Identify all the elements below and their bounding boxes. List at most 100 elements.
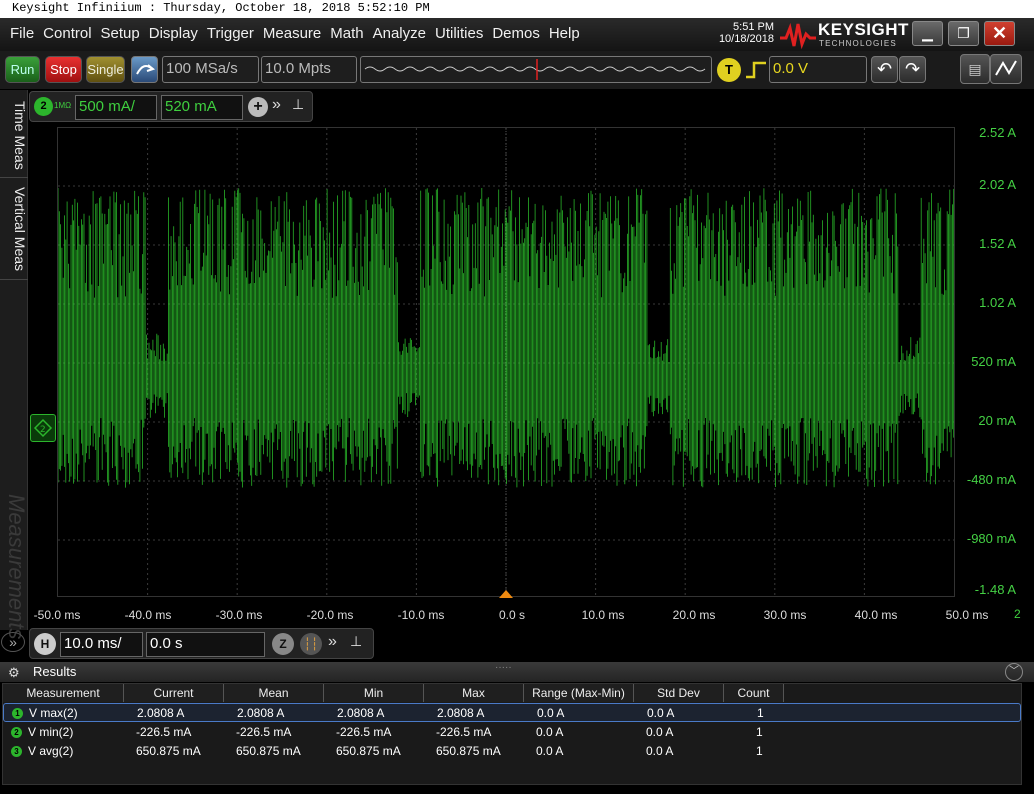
expand-icon[interactable]: » bbox=[272, 96, 281, 114]
x-axis-label: 10.0 ms bbox=[581, 608, 625, 622]
menu-measure[interactable]: Measure bbox=[263, 25, 321, 42]
run-button[interactable]: Run bbox=[5, 56, 40, 83]
measurement-name: V min(2) bbox=[28, 725, 74, 739]
measurement-marker: 3 bbox=[11, 746, 22, 757]
measurement-min: -226.5 mA bbox=[336, 725, 392, 739]
drag-handle-icon[interactable]: ····· bbox=[495, 658, 512, 677]
column-header[interactable]: Mean bbox=[224, 684, 324, 702]
menu-utilities[interactable]: Utilities bbox=[435, 25, 483, 42]
touch-button[interactable] bbox=[990, 54, 1022, 84]
close-button[interactable]: ✕ bbox=[984, 21, 1015, 46]
collapse-icon[interactable]: ﹀ bbox=[1005, 663, 1023, 681]
measurement-count: 1 bbox=[757, 706, 764, 720]
horizontal-bar: H 10.0 ms/ 0.0 s Z ┆┆ » ⊥ bbox=[29, 628, 374, 659]
column-header[interactable]: Count bbox=[724, 684, 784, 702]
y-axis-label: -480 mA bbox=[966, 472, 1016, 487]
measurement-max: -226.5 mA bbox=[436, 725, 492, 739]
channel-offset-field[interactable]: 520 mA bbox=[161, 95, 243, 120]
x-axis-label: -30.0 ms bbox=[215, 608, 263, 622]
y-axis-label: 520 mA bbox=[971, 354, 1016, 369]
keysight-wave-icon bbox=[780, 22, 816, 50]
channel-impedance: 1MΩ bbox=[54, 101, 72, 110]
x-axis-label: 40.0 ms bbox=[854, 608, 898, 622]
x-axis-label: 50.0 ms bbox=[945, 608, 989, 622]
column-header[interactable]: Current bbox=[124, 684, 224, 702]
horizontal-badge[interactable]: H bbox=[34, 633, 56, 655]
menu-help[interactable]: Help bbox=[549, 25, 580, 42]
sample-rate-field[interactable]: 100 MSa/s bbox=[162, 56, 259, 83]
horizontal-position-field[interactable]: 0.0 s bbox=[146, 632, 265, 657]
measurement-mean: -226.5 mA bbox=[236, 725, 292, 739]
waveform-display[interactable] bbox=[57, 127, 955, 597]
results-header[interactable]: ⚙ Results ····· ﹀ bbox=[0, 662, 1034, 682]
x-axis-label: 0.0 s bbox=[498, 608, 525, 622]
menu-setup[interactable]: Setup bbox=[101, 25, 140, 42]
channel-ground-marker[interactable]: 2 bbox=[30, 414, 56, 442]
menu-file[interactable]: File bbox=[10, 25, 34, 42]
clock: 5:51 PM 10/18/2018 bbox=[700, 21, 774, 45]
stop-button[interactable]: Stop bbox=[45, 56, 82, 83]
waveform-overview[interactable] bbox=[360, 56, 712, 83]
menu-control[interactable]: Control bbox=[43, 25, 91, 42]
measurement-mean: 2.0808 A bbox=[237, 706, 285, 720]
table-row[interactable]: 1 V max(2) 2.0808 A 2.0808 A 2.0808 A 2.… bbox=[3, 703, 1021, 722]
column-header[interactable]: Range (Max-Min) bbox=[524, 684, 634, 702]
memory-depth-field[interactable]: 10.0 Mpts bbox=[261, 56, 357, 83]
x-axis-label: -40.0 ms bbox=[124, 608, 172, 622]
column-header[interactable]: Measurement bbox=[3, 684, 124, 702]
trigger-level-field[interactable]: 0.0 V bbox=[769, 56, 867, 83]
minimize-icon: ▁ bbox=[922, 25, 933, 41]
undo-button[interactable]: ↶ bbox=[871, 56, 898, 83]
trigger-badge[interactable]: T bbox=[717, 58, 741, 82]
gear-icon[interactable]: ⚙ bbox=[8, 663, 20, 682]
maximize-button[interactable]: ❐ bbox=[948, 21, 979, 46]
minimize-button[interactable]: ▁ bbox=[912, 21, 943, 46]
menu-math[interactable]: Math bbox=[330, 25, 363, 42]
measurement-std: 0.0 A bbox=[646, 725, 674, 739]
waveform-graticule bbox=[57, 128, 955, 596]
results-table: Measurement Current Mean Min Max Range (… bbox=[2, 683, 1022, 785]
tool-icon: ▤ bbox=[968, 61, 982, 77]
y-axis-label: -1.48 A bbox=[974, 582, 1016, 597]
y-axis-label: 1.02 A bbox=[979, 295, 1016, 310]
autoscale-button[interactable] bbox=[131, 56, 158, 83]
menu-display[interactable]: Display bbox=[149, 25, 198, 42]
horizontal-scale-field[interactable]: 10.0 ms/ bbox=[60, 632, 143, 657]
menu-demos[interactable]: Demos bbox=[492, 25, 540, 42]
pin-icon[interactable]: ⊥ bbox=[292, 96, 304, 113]
tab-time-meas[interactable]: Time Meas bbox=[0, 94, 28, 178]
zoom-button[interactable]: Z bbox=[272, 633, 294, 655]
column-header[interactable]: Max bbox=[424, 684, 524, 702]
measurement-current: 650.875 mA bbox=[136, 744, 201, 758]
measurement-count: 1 bbox=[756, 744, 763, 758]
horizontal-expand-icon[interactable]: » bbox=[328, 633, 337, 651]
table-row[interactable]: 2 V min(2) -226.5 mA -226.5 mA -226.5 mA… bbox=[3, 723, 1021, 742]
tab-vertical-meas[interactable]: Vertical Meas bbox=[0, 180, 28, 280]
redo-icon: ↷ bbox=[904, 59, 921, 79]
y-axis-label: 1.52 A bbox=[979, 236, 1016, 251]
waveform-trace bbox=[57, 188, 955, 488]
menu-analyze[interactable]: Analyze bbox=[373, 25, 426, 42]
x-axis-label: 20.0 ms bbox=[672, 608, 716, 622]
menu-trigger[interactable]: Trigger bbox=[207, 25, 254, 42]
channel-scale-field[interactable]: 500 mA/ bbox=[75, 95, 157, 120]
add-channel-button[interactable]: + bbox=[248, 97, 268, 117]
trigger-position-icon[interactable] bbox=[499, 589, 513, 599]
clock-time: 5:51 PM bbox=[733, 21, 774, 33]
side-expand-button[interactable]: » bbox=[1, 632, 25, 652]
measurement-marker: 2 bbox=[11, 727, 22, 738]
waveform-trace-path bbox=[57, 188, 955, 488]
single-button[interactable]: Single bbox=[86, 56, 125, 83]
touch-icon bbox=[995, 60, 1017, 76]
overview-wave-icon bbox=[364, 59, 706, 80]
table-row[interactable]: 3 V avg(2) 650.875 mA 650.875 mA 650.875… bbox=[3, 742, 1021, 761]
horizontal-pin-icon[interactable]: ⊥ bbox=[350, 633, 362, 650]
tool-button[interactable]: ▤ bbox=[960, 54, 990, 84]
side-tabs: Time Meas Vertical Meas Measurements » bbox=[0, 90, 29, 652]
channel-badge[interactable]: 2 bbox=[34, 97, 53, 116]
redo-button[interactable]: ↷ bbox=[899, 56, 926, 83]
window-title: Keysight Infiniium : Thursday, October 1… bbox=[0, 0, 1034, 18]
column-header[interactable]: Std Dev bbox=[634, 684, 724, 702]
marker-button[interactable]: ┆┆ bbox=[300, 633, 322, 655]
column-header[interactable]: Min bbox=[324, 684, 424, 702]
